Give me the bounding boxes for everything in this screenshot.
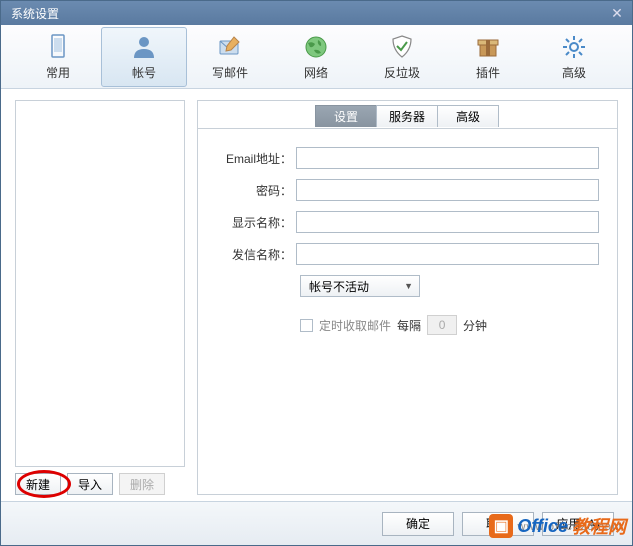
- body-area: 新建 导入 删除 设置 服务器 高级 Email地址： 密码：: [1, 90, 632, 501]
- tab-label: 插件: [476, 64, 500, 81]
- tab-label: 网络: [304, 64, 328, 81]
- tab-antispam[interactable]: 反垃圾: [359, 27, 445, 87]
- settings-window: 系统设置 ✕ 常用 帐号 写邮件 网络: [0, 0, 633, 546]
- window-title: 系统设置: [11, 5, 59, 22]
- form-area: Email地址： 密码： 显示名称： 发信名称： 帐号不活动: [198, 129, 617, 335]
- left-buttons: 新建 导入 删除: [15, 473, 185, 495]
- tab-network[interactable]: 网络: [273, 27, 359, 87]
- display-name-label: 显示名称：: [216, 214, 296, 231]
- account-list[interactable]: [15, 100, 185, 467]
- timed-fetch-row: 定时收取邮件 每隔 分钟: [300, 315, 599, 335]
- sender-name-label: 发信名称：: [216, 246, 296, 263]
- every-label: 每隔: [397, 317, 421, 334]
- email-label: Email地址：: [216, 150, 296, 167]
- person-icon: [130, 33, 158, 61]
- tab-label: 常用: [46, 64, 70, 81]
- globe-icon: [302, 33, 330, 61]
- account-status-select[interactable]: 帐号不活动 ▼: [300, 275, 420, 297]
- select-value: 帐号不活动: [309, 278, 369, 295]
- tab-advanced[interactable]: 高级: [531, 27, 617, 87]
- tab-label: 高级: [562, 64, 586, 81]
- minutes-label: 分钟: [463, 317, 487, 334]
- tab-label: 反垃圾: [384, 64, 420, 81]
- display-name-field[interactable]: [296, 211, 599, 233]
- interval-field: [427, 315, 457, 335]
- subtab-settings[interactable]: 设置: [315, 105, 377, 127]
- compose-icon: [216, 33, 244, 61]
- new-button[interactable]: 新建: [15, 473, 61, 495]
- ok-button[interactable]: 确定: [382, 512, 454, 536]
- tab-account[interactable]: 帐号: [101, 27, 187, 87]
- subtab-server[interactable]: 服务器: [376, 105, 438, 127]
- close-icon[interactable]: ✕: [608, 4, 626, 22]
- sender-name-field[interactable]: [296, 243, 599, 265]
- tab-label: 帐号: [132, 64, 156, 81]
- sub-tabs: 设置 服务器 高级: [198, 101, 617, 129]
- subtab-advanced[interactable]: 高级: [437, 105, 499, 127]
- watermark-url: www.office26.com: [518, 521, 622, 533]
- gear-icon: [560, 33, 588, 61]
- timed-fetch-checkbox[interactable]: [300, 319, 313, 332]
- left-panel: 新建 导入 删除: [15, 100, 185, 495]
- phone-icon: [44, 33, 72, 61]
- chevron-down-icon: ▼: [404, 281, 413, 291]
- import-button[interactable]: 导入: [67, 473, 113, 495]
- tab-plugins[interactable]: 插件: [445, 27, 531, 87]
- shield-icon: [388, 33, 416, 61]
- main-toolbar: 常用 帐号 写邮件 网络 反垃圾: [1, 25, 632, 89]
- delete-button: 删除: [119, 473, 165, 495]
- tab-general[interactable]: 常用: [15, 27, 101, 87]
- box-icon: [474, 33, 502, 61]
- right-panel: 设置 服务器 高级 Email地址： 密码： 显示名称： 发信名称：: [197, 100, 618, 495]
- tab-label: 写邮件: [212, 64, 248, 81]
- timed-fetch-label: 定时收取邮件: [319, 317, 391, 334]
- password-label: 密码：: [216, 182, 296, 199]
- email-field[interactable]: [296, 147, 599, 169]
- password-field[interactable]: [296, 179, 599, 201]
- titlebar: 系统设置 ✕: [1, 1, 632, 25]
- tab-compose[interactable]: 写邮件: [187, 27, 273, 87]
